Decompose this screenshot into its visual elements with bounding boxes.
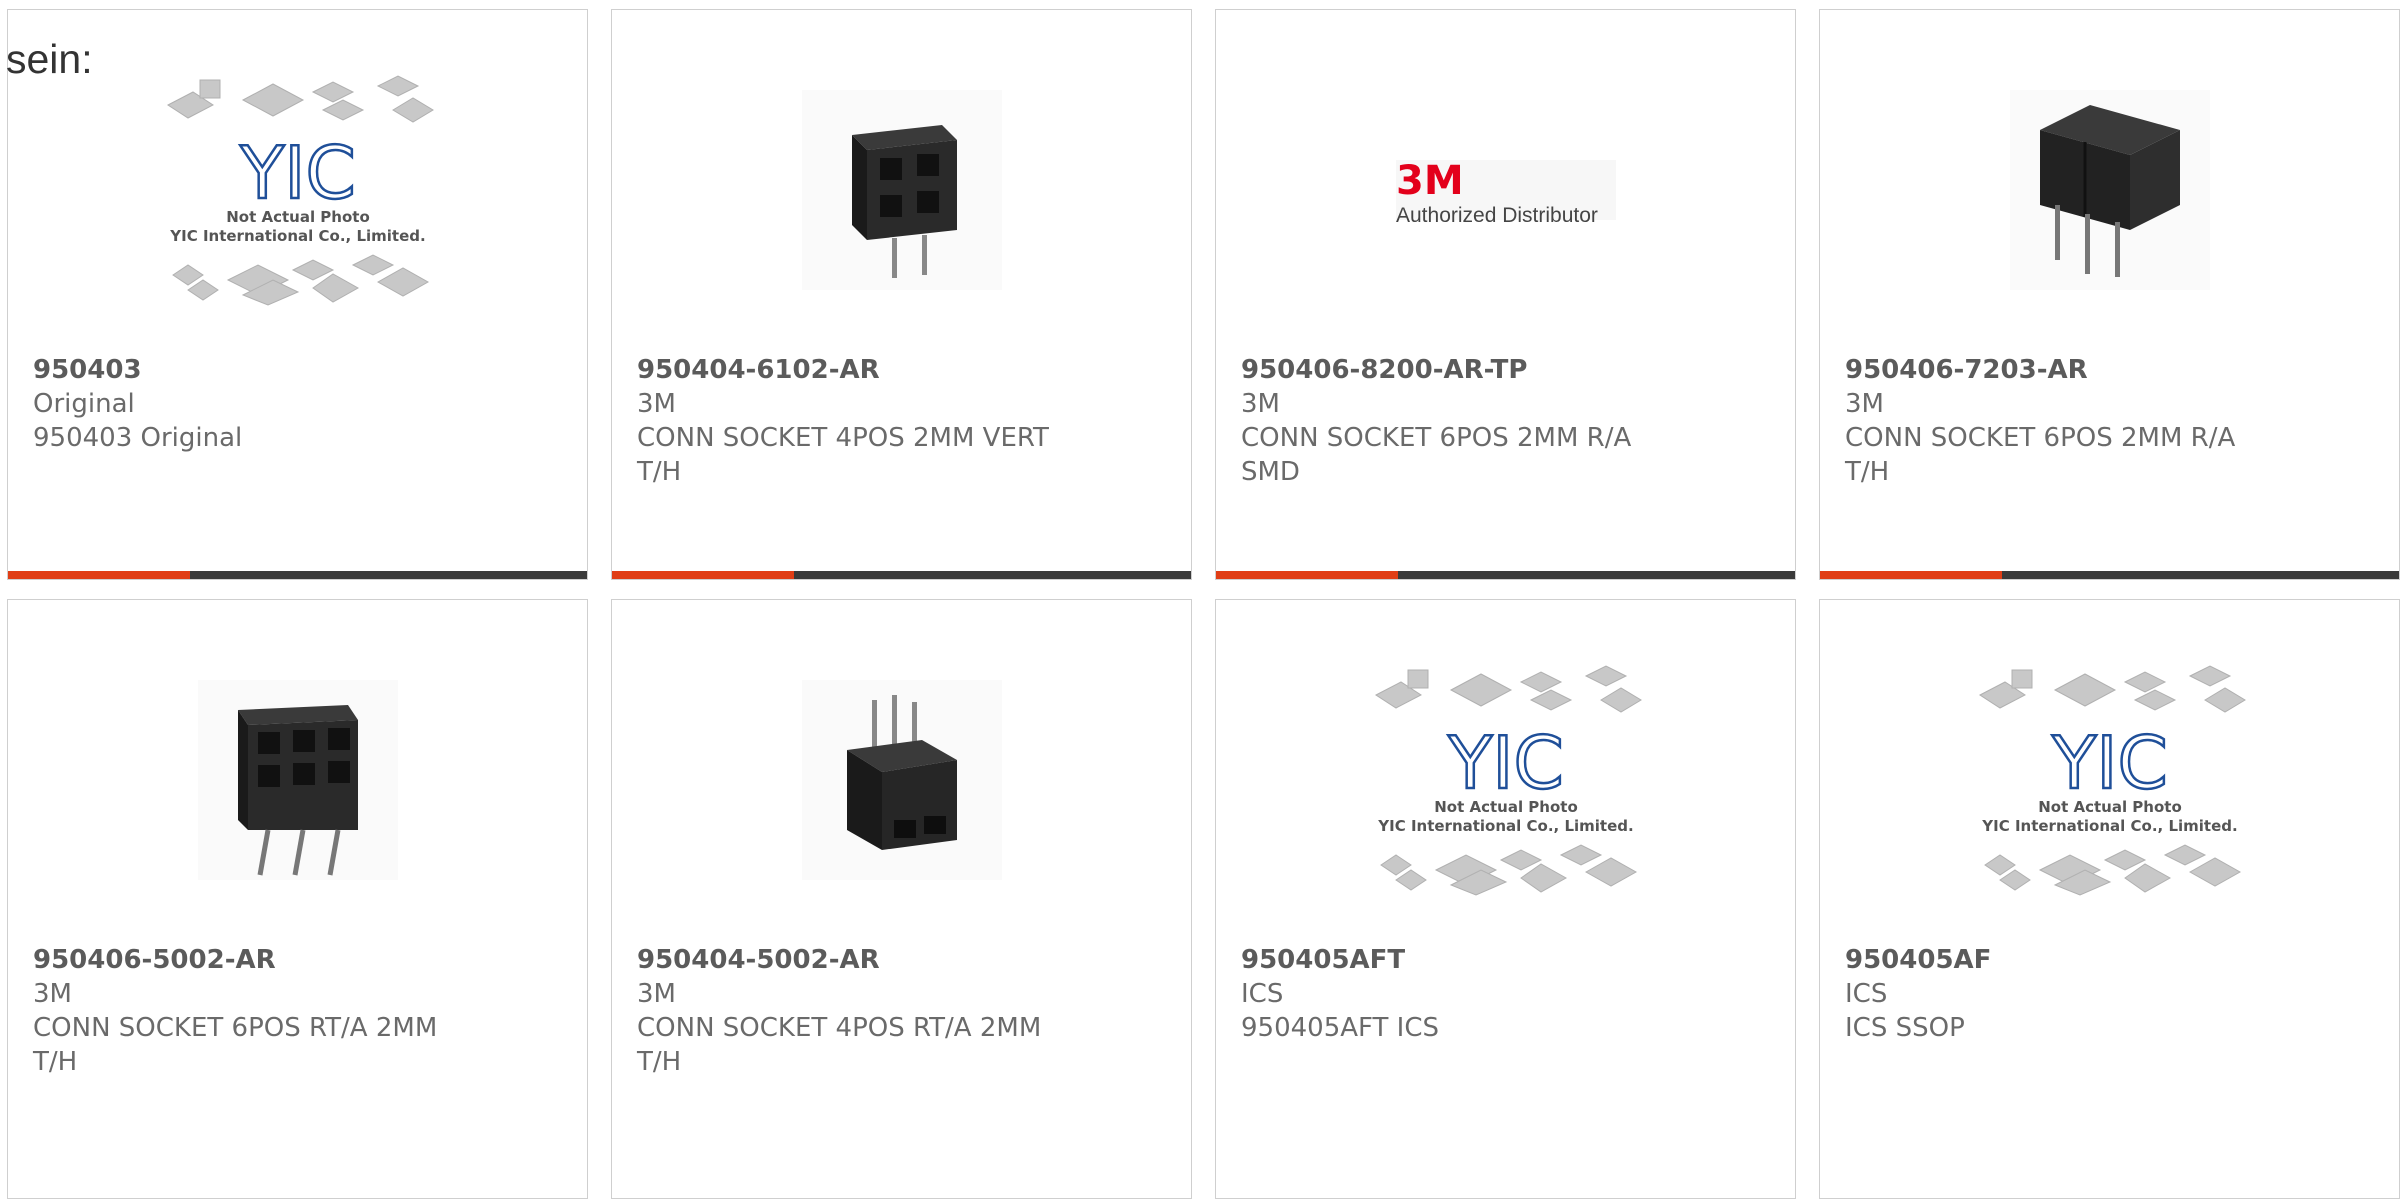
part-number[interactable]: 950406-5002-AR: [33, 943, 567, 977]
part-number[interactable]: 950405AF: [1845, 943, 2379, 977]
placeholder-caption-1: Not Actual Photo: [226, 208, 370, 226]
placeholder-caption-1: Not Actual Photo: [1434, 798, 1578, 816]
manufacturer: 3M: [1845, 389, 1884, 419]
product-image[interactable]: [612, 670, 1191, 890]
placeholder-logo: YIC: [1447, 721, 1564, 805]
3m-logo: 3M Authorized Distributor: [1395, 158, 1616, 227]
product-card[interactable]: YIC Not Actual Photo YIC International C…: [7, 9, 588, 580]
description: CONN SOCKET 6POS RT/A 2MM: [33, 1013, 438, 1043]
product-card[interactable]: 3M Authorized Distributor 950406-8200-AR…: [1215, 9, 1796, 580]
placeholder-logo: YIC: [239, 131, 356, 215]
product-info: 950405AFT ICS 950405AFT ICS: [1241, 943, 1775, 1045]
product-image[interactable]: [1820, 80, 2399, 300]
placeholder-caption-1: Not Actual Photo: [2038, 798, 2182, 816]
description-line-2: SMD: [1241, 457, 1300, 487]
product-info: 950406-8200-AR-TP 3M CONN SOCKET 6POS 2M…: [1241, 353, 1775, 489]
card-accent-bar: [1820, 571, 2399, 579]
product-image[interactable]: [612, 80, 1191, 300]
socket-6pos-rta-icon: [197, 680, 398, 880]
product-info: 950403 Original 950403 Original: [33, 353, 567, 455]
product-card[interactable]: 950406-5002-AR 3M CONN SOCKET 6POS RT/A …: [7, 599, 588, 1199]
part-number[interactable]: 950406-8200-AR-TP: [1241, 353, 1775, 387]
product-image[interactable]: [8, 670, 587, 890]
product-image[interactable]: 3M Authorized Distributor: [1216, 80, 1795, 300]
socket-6pos-ra-icon: [2009, 90, 2210, 290]
placeholder-caption-2: YIC International Co., Limited.: [169, 227, 425, 245]
description-line-2: T/H: [637, 1047, 682, 1077]
description: 950403 Original: [33, 423, 243, 453]
product-image[interactable]: YIC Not Actual Photo YIC International C…: [1820, 665, 2399, 896]
placeholder-logo: YIC: [2051, 721, 2168, 805]
product-card[interactable]: YIC Not Actual Photo YIC International C…: [1215, 599, 1796, 1199]
product-info: 950404-5002-AR 3M CONN SOCKET 4POS RT/A …: [637, 943, 1171, 1079]
part-number[interactable]: 950405AFT: [1241, 943, 1775, 977]
product-info: 950405AF ICS ICS SSOP: [1845, 943, 2379, 1045]
description-line-2: T/H: [33, 1047, 78, 1077]
placeholder-caption-2: YIC International Co., Limited.: [1377, 817, 1633, 835]
description: CONN SOCKET 4POS 2MM VERT: [637, 423, 1049, 453]
product-card[interactable]: 950406-7203-AR 3M CONN SOCKET 6POS 2MM R…: [1819, 9, 2400, 580]
manufacturer: ICS: [1845, 979, 1888, 1009]
card-accent-bar: [8, 571, 587, 579]
description: CONN SOCKET 6POS 2MM R/A: [1241, 423, 1632, 453]
product-card[interactable]: 950404-6102-AR 3M CONN SOCKET 4POS 2MM V…: [611, 9, 1192, 580]
part-number[interactable]: 950404-6102-AR: [637, 353, 1171, 387]
description: CONN SOCKET 6POS 2MM R/A: [1845, 423, 2236, 453]
socket-4pos-vert-icon: [801, 90, 1002, 290]
manufacturer: 3M: [637, 979, 676, 1009]
manufacturer: 3M: [33, 979, 72, 1009]
description: CONN SOCKET 4POS RT/A 2MM: [637, 1013, 1042, 1043]
product-image[interactable]: YIC Not Actual Photo YIC International C…: [1216, 665, 1795, 896]
manufacturer: ICS: [1241, 979, 1284, 1009]
manufacturer: Original: [33, 389, 135, 419]
product-info: 950406-5002-AR 3M CONN SOCKET 6POS RT/A …: [33, 943, 567, 1079]
description-line-2: T/H: [1845, 457, 1890, 487]
3m-logo-mark: 3M: [1396, 158, 1464, 204]
placeholder-image: YIC Not Actual Photo YIC International C…: [166, 75, 434, 306]
card-accent-bar: [1216, 571, 1795, 579]
placeholder-image: YIC Not Actual Photo YIC International C…: [1978, 665, 2246, 896]
part-number[interactable]: 950404-5002-AR: [637, 943, 1171, 977]
socket-4pos-rta-icon: [801, 680, 1002, 880]
placeholder-image: YIC Not Actual Photo YIC International C…: [1374, 665, 1642, 896]
description: 950405AFT ICS: [1241, 1013, 1440, 1043]
card-accent-bar: [612, 571, 1191, 579]
placeholder-caption-2: YIC International Co., Limited.: [1981, 817, 2237, 835]
product-card[interactable]: 950404-5002-AR 3M CONN SOCKET 4POS RT/A …: [611, 599, 1192, 1199]
part-number[interactable]: 950406-7203-AR: [1845, 353, 2379, 387]
description-line-2: T/H: [637, 457, 682, 487]
part-number[interactable]: 950403: [33, 353, 567, 387]
manufacturer: 3M: [637, 389, 676, 419]
product-info: 950404-6102-AR 3M CONN SOCKET 4POS 2MM V…: [637, 353, 1171, 489]
product-image[interactable]: YIC Not Actual Photo YIC International C…: [8, 75, 587, 306]
yic-logo: YIC: [238, 130, 357, 217]
page-heading: sein:: [6, 36, 93, 82]
product-info: 950406-7203-AR 3M CONN SOCKET 6POS 2MM R…: [1845, 353, 2379, 489]
description: ICS SSOP: [1845, 1013, 1965, 1043]
manufacturer: 3M: [1241, 389, 1280, 419]
authorized-distributor-text: Authorized Distributor: [1396, 204, 1598, 227]
product-card[interactable]: YIC Not Actual Photo YIC International C…: [1819, 599, 2400, 1199]
